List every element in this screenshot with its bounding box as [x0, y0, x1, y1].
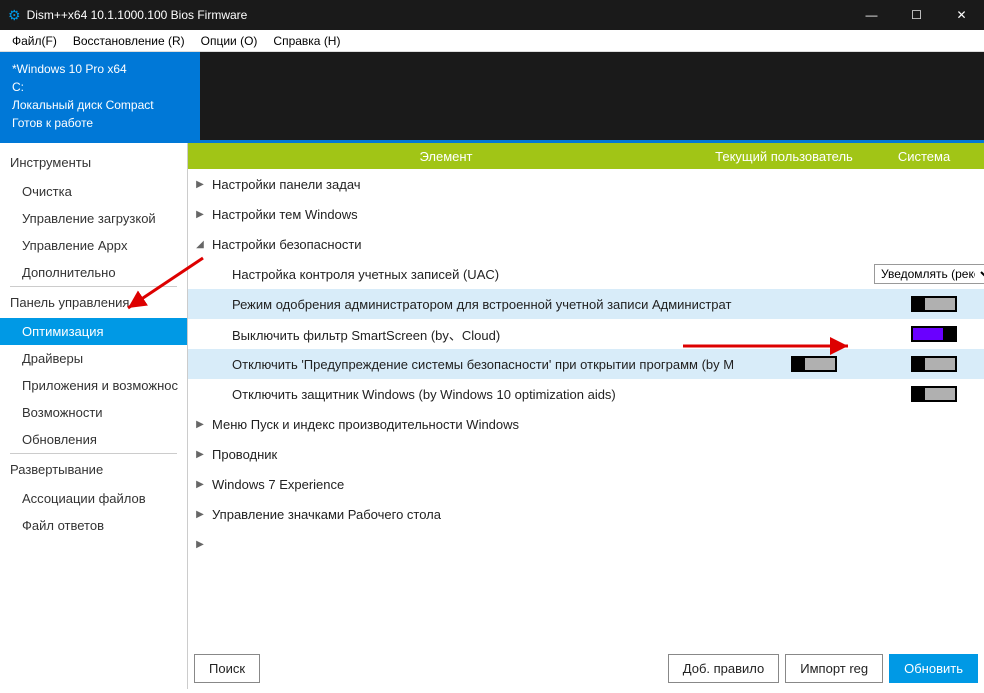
sidebar-item-apps[interactable]: Приложения и возможнос [0, 372, 187, 399]
info-drive: C: [12, 78, 188, 96]
toggle-secwarn-user[interactable] [791, 356, 837, 372]
sidebar-item-optimize[interactable]: Оптимизация [0, 318, 187, 345]
row-smartscreen[interactable]: Выключить фильтр SmartScreen (by、Cloud) [188, 319, 984, 349]
row-label: Меню Пуск и индекс производительности Wi… [212, 417, 744, 432]
sidebar: Инструменты Очистка Управление загрузкой… [0, 143, 188, 689]
col-system: Система [864, 149, 984, 164]
row-label: Настройки панели задач [212, 177, 744, 192]
menu-file[interactable]: Файл(F) [4, 32, 65, 50]
info-status: Готов к работе [12, 114, 188, 132]
menu-recovery[interactable]: Восстановление (R) [65, 32, 193, 50]
row-label: Отключить защитник Windows (by Windows 1… [212, 387, 744, 402]
row-security[interactable]: ◢ Настройки безопасности [188, 229, 984, 259]
infobar: *Windows 10 Pro x64 C: Локальный диск Co… [0, 52, 984, 140]
sidebar-item-answer[interactable]: Файл ответов [0, 512, 187, 539]
refresh-button[interactable]: Обновить [889, 654, 978, 683]
toggle-admin-mode-system[interactable] [911, 296, 957, 312]
add-rule-button[interactable]: Доб. правило [668, 654, 779, 683]
chevron-right-icon[interactable]: ▶ [188, 539, 212, 550]
column-header: Элемент Текущий пользователь Система [188, 143, 984, 169]
sidebar-item-updates[interactable]: Обновления [0, 426, 187, 453]
button-bar: Поиск Доб. правило Импорт reg Обновить [188, 647, 984, 689]
sidebar-item-drivers[interactable]: Драйверы [0, 345, 187, 372]
infobar-left: *Windows 10 Pro x64 C: Локальный диск Co… [0, 52, 200, 140]
menu-options[interactable]: Опции (O) [193, 32, 266, 50]
row-label: Настройки безопасности [212, 237, 744, 252]
row-label: Windows 7 Experience [212, 477, 744, 492]
row-uac[interactable]: Настройка контроля учетных записей (UAC)… [188, 259, 984, 289]
row-explorer[interactable]: ▶ Проводник [188, 439, 984, 469]
chevron-right-icon[interactable]: ▶ [188, 509, 212, 520]
search-button[interactable]: Поиск [194, 654, 260, 683]
info-disk: Локальный диск Compact [12, 96, 188, 114]
col-element: Элемент [188, 149, 704, 164]
sidebar-item-cleanup[interactable]: Очистка [0, 178, 187, 205]
chevron-right-icon[interactable]: ▶ [188, 419, 212, 430]
col-user: Текущий пользователь [704, 149, 864, 164]
sidebar-item-appx[interactable]: Управление Appx [0, 232, 187, 259]
maximize-button[interactable]: ☐ [894, 0, 939, 30]
row-desktop-icons[interactable]: ▶ Управление значками Рабочего стола [188, 499, 984, 529]
row-label: Выключить фильтр SmartScreen (by、Cloud) [212, 325, 744, 344]
toggle-smartscreen-system[interactable] [911, 326, 957, 342]
row-label: Режим одобрения администратором для встр… [212, 297, 744, 312]
titlebar: ⚙ Dism++x64 10.1.1000.100 Bios Firmware … [0, 0, 984, 30]
row-security-warning[interactable]: Отключить 'Предупреждение системы безопа… [188, 349, 984, 379]
sidebar-item-boot[interactable]: Управление загрузкой [0, 205, 187, 232]
toggle-defender-system[interactable] [911, 386, 957, 402]
chevron-down-icon[interactable]: ◢ [188, 239, 212, 250]
infobar-right [200, 52, 984, 140]
sidebar-item-features[interactable]: Возможности [0, 399, 187, 426]
menubar: Файл(F) Восстановление (R) Опции (O) Спр… [0, 30, 984, 52]
import-reg-button[interactable]: Импорт reg [785, 654, 883, 683]
sidebar-group-deploy: Развертывание [0, 454, 187, 485]
window-title: Dism++x64 10.1.1000.100 Bios Firmware [27, 8, 849, 22]
menu-help[interactable]: Справка (H) [265, 32, 348, 50]
row-startmenu[interactable]: ▶ Меню Пуск и индекс производительности … [188, 409, 984, 439]
info-os: *Windows 10 Pro x64 [12, 60, 188, 78]
row-admin-mode[interactable]: Режим одобрения администратором для встр… [188, 289, 984, 319]
close-button[interactable]: ✕ [939, 0, 984, 30]
sidebar-group-tools: Инструменты [0, 147, 187, 178]
toggle-secwarn-system[interactable] [911, 356, 957, 372]
chevron-right-icon[interactable]: ▶ [188, 209, 212, 220]
row-label: Настройка контроля учетных записей (UAC) [212, 267, 744, 282]
row-label: Управление значками Рабочего стола [212, 507, 744, 522]
uac-combo[interactable]: Уведомлять (реком [874, 264, 984, 284]
chevron-right-icon[interactable]: ▶ [188, 449, 212, 460]
row-more[interactable]: ▶ [188, 529, 984, 559]
row-taskbar[interactable]: ▶ Настройки панели задач [188, 169, 984, 199]
row-themes[interactable]: ▶ Настройки тем Windows [188, 199, 984, 229]
minimize-button[interactable]: — [849, 0, 894, 30]
row-label: Настройки тем Windows [212, 207, 744, 222]
sidebar-item-assoc[interactable]: Ассоциации файлов [0, 485, 187, 512]
sidebar-group-cp: Панель управления [0, 287, 187, 318]
app-icon: ⚙ [8, 7, 21, 24]
row-label: Проводник [212, 447, 744, 462]
chevron-right-icon[interactable]: ▶ [188, 179, 212, 190]
row-defender[interactable]: Отключить защитник Windows (by Windows 1… [188, 379, 984, 409]
row-win7exp[interactable]: ▶ Windows 7 Experience [188, 469, 984, 499]
chevron-right-icon[interactable]: ▶ [188, 479, 212, 490]
row-label: Отключить 'Предупреждение системы безопа… [212, 357, 744, 372]
settings-list[interactable]: ▶ Настройки панели задач ▶ Настройки тем… [188, 169, 984, 647]
sidebar-item-extra[interactable]: Дополнительно [0, 259, 187, 286]
main-panel: Элемент Текущий пользователь Система ▶ Н… [188, 143, 984, 689]
